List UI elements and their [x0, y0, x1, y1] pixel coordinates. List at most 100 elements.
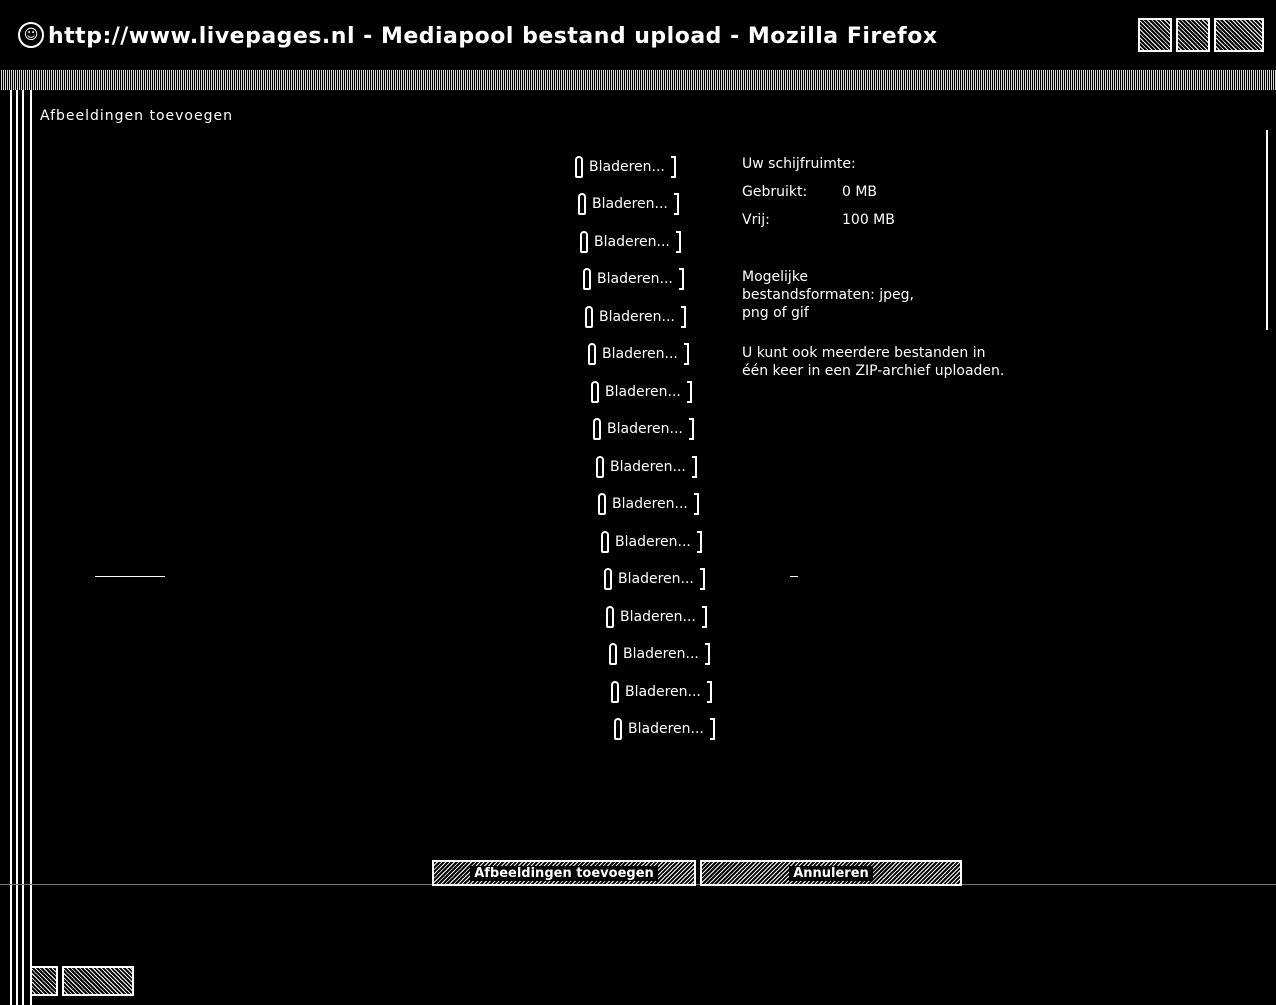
bracket-icon	[699, 568, 705, 591]
used-label: Gebruikt:	[742, 184, 808, 200]
file-row: Bladeren...	[575, 148, 745, 186]
bracket-icon	[691, 455, 697, 478]
file-row: Bladeren...	[575, 523, 745, 561]
free-value: 100 MB	[842, 212, 895, 228]
close-icon	[1216, 20, 1262, 50]
file-icon	[588, 343, 596, 366]
formats-text: Mogelijke bestandsformaten: jpeg, png of…	[742, 269, 915, 321]
bracket-icon	[673, 193, 679, 216]
bracket-icon	[670, 155, 676, 178]
browse-label: Bladeren...	[620, 608, 696, 625]
bracket-icon	[704, 643, 710, 666]
browse-label: Bladeren...	[602, 346, 678, 363]
file-row: Bladeren...	[575, 336, 745, 374]
file-row: Bladeren...	[575, 636, 745, 674]
page-heading: Afbeeldingen toevoegen	[40, 108, 233, 124]
bracket-icon	[686, 380, 692, 403]
bracket-icon	[696, 530, 702, 553]
info-panel: Uw schijfruimte: Gebruikt: 0 MB Vrij: 10…	[742, 150, 1022, 380]
file-row: Bladeren...	[575, 673, 745, 711]
file-row: Bladeren...	[575, 186, 745, 224]
file-icon	[591, 380, 599, 403]
divider-left	[95, 576, 165, 577]
browse-button[interactable]: Bladeren...	[609, 643, 710, 666]
file-icon	[598, 493, 606, 516]
browse-label: Bladeren...	[589, 158, 665, 175]
file-row: Bladeren...	[575, 411, 745, 449]
firefox-icon: ☺	[18, 22, 44, 48]
browse-button[interactable]: Bladeren...	[593, 418, 694, 441]
browse-label: Bladeren...	[623, 646, 699, 663]
browse-button[interactable]: Bladeren...	[604, 568, 705, 591]
file-icon	[580, 230, 588, 253]
bracket-icon	[678, 268, 684, 291]
minimize-icon	[1140, 20, 1170, 50]
maximize-icon	[1178, 20, 1208, 50]
file-icon	[585, 305, 593, 328]
browse-button[interactable]: Bladeren...	[606, 605, 707, 628]
browse-label: Bladeren...	[597, 271, 673, 288]
browse-label: Bladeren...	[615, 533, 691, 550]
file-row: Bladeren...	[575, 261, 745, 299]
bracket-icon	[675, 230, 681, 253]
maximize-button[interactable]	[1176, 18, 1210, 52]
free-label: Vrij:	[742, 212, 770, 228]
browse-button[interactable]: Bladeren...	[601, 530, 702, 553]
cancel-button[interactable]: Annuleren	[700, 860, 962, 886]
browse-button[interactable]: Bladeren...	[583, 268, 684, 291]
file-row: Bladeren...	[575, 561, 745, 599]
browse-button[interactable]: Bladeren...	[611, 680, 712, 703]
file-icon	[614, 718, 622, 741]
bracket-icon	[706, 680, 712, 703]
browse-button[interactable]: Bladeren...	[580, 230, 681, 253]
bracket-icon	[693, 493, 699, 516]
close-button[interactable]	[1214, 18, 1264, 52]
file-icon	[575, 155, 583, 178]
window-title: http://www.livepages.nl - Mediapool best…	[48, 24, 938, 49]
browse-button[interactable]: Bladeren...	[585, 305, 686, 328]
browse-button[interactable]: Bladeren...	[614, 718, 715, 741]
right-border	[1266, 130, 1268, 330]
browser-toolbar-strip	[0, 70, 1276, 90]
file-row: Bladeren...	[575, 373, 745, 411]
file-icon	[611, 680, 619, 703]
file-icon	[583, 268, 591, 291]
used-row: Gebruikt: 0 MB	[742, 178, 1022, 206]
file-icon	[606, 605, 614, 628]
disk-title: Uw schijfruimte:	[742, 156, 856, 172]
status-icon	[30, 966, 58, 996]
used-value: 0 MB	[842, 184, 878, 200]
browse-label: Bladeren...	[625, 683, 701, 700]
browse-button[interactable]: Bladeren...	[591, 380, 692, 403]
file-icon	[593, 418, 601, 441]
status-indicator	[62, 966, 134, 996]
divider-right	[790, 576, 798, 577]
bracket-icon	[709, 718, 715, 741]
status-bar	[30, 966, 140, 1000]
browse-label: Bladeren...	[610, 458, 686, 475]
browse-button[interactable]: Bladeren...	[588, 343, 689, 366]
browse-label: Bladeren...	[592, 196, 668, 213]
file-row: Bladeren...	[575, 486, 745, 524]
browse-button[interactable]: Bladeren...	[575, 155, 676, 178]
browse-label: Bladeren...	[607, 421, 683, 438]
file-input-list: Bladeren... Bladeren... Bladeren... Bladere…	[575, 148, 745, 748]
file-icon	[596, 455, 604, 478]
file-row: Bladeren...	[575, 223, 745, 261]
bracket-icon	[680, 305, 686, 328]
file-row: Bladeren...	[575, 448, 745, 486]
browse-label: Bladeren...	[594, 233, 670, 250]
bracket-icon	[683, 343, 689, 366]
file-icon	[609, 643, 617, 666]
browse-button[interactable]: Bladeren...	[578, 193, 679, 216]
file-icon	[601, 530, 609, 553]
browse-button[interactable]: Bladeren...	[596, 455, 697, 478]
minimize-button[interactable]	[1138, 18, 1172, 52]
file-row: Bladeren...	[575, 711, 745, 749]
browse-label: Bladeren...	[599, 308, 675, 325]
file-icon	[604, 568, 612, 591]
bracket-icon	[701, 605, 707, 628]
browse-label: Bladeren...	[618, 571, 694, 588]
browse-button[interactable]: Bladeren...	[598, 493, 699, 516]
add-images-button[interactable]: Afbeeldingen toevoegen	[432, 860, 696, 886]
